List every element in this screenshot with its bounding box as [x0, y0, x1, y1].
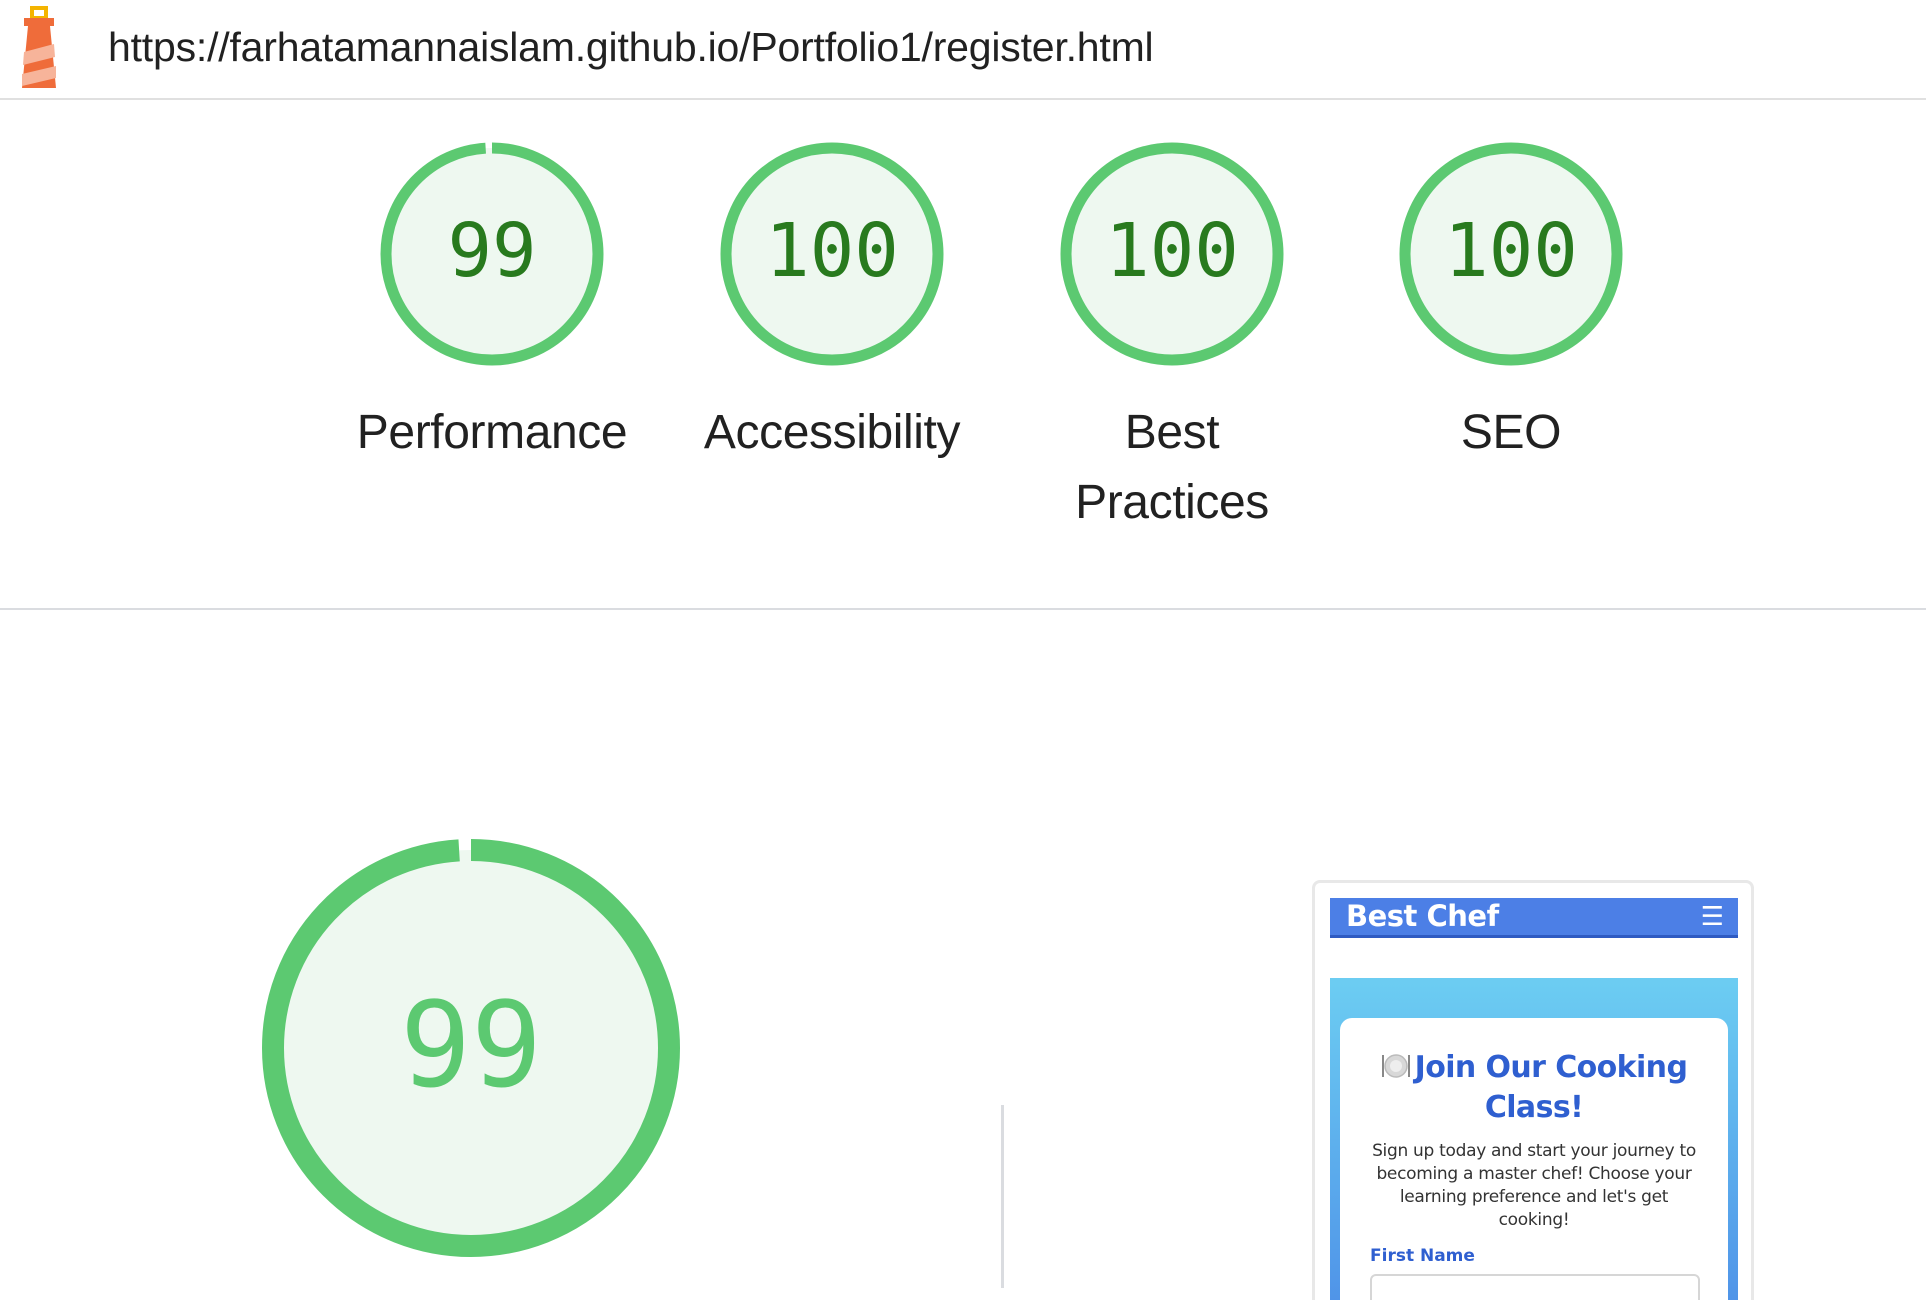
gauge-accessibility-score: 100	[765, 208, 899, 294]
gauge-performance-ring: 99	[380, 142, 604, 366]
screenshot-field-label: First Name	[1370, 1246, 1475, 1266]
report-url[interactable]: https://farhatamannaislam.github.io/Port…	[108, 18, 1154, 76]
vertical-divider	[1001, 1105, 1004, 1288]
report-header: https://farhatamannaislam.github.io/Port…	[0, 0, 1926, 100]
gauge-best-practices-ring: 100	[1060, 142, 1284, 366]
screenshot-card: Join Our Cooking Class! Sign up today an…	[1340, 1018, 1728, 1300]
category-gauges: 99 Performance 100 Accessibility 100 Bes…	[0, 100, 1926, 610]
gauge-seo[interactable]: 100 SEO	[1361, 136, 1661, 468]
gauge-accessibility-ring: 100	[720, 142, 944, 366]
gauge-seo-label: SEO	[1460, 406, 1562, 459]
gauge-accessibility-label: Accessibility	[703, 406, 961, 459]
performance-main-gauge: 99	[262, 839, 680, 1257]
gauge-best-practices-score: 100	[1105, 208, 1239, 294]
final-screenshot[interactable]: Best Chef ☰ Join Our Cooking Class! Sign…	[1312, 880, 1754, 1300]
gauge-seo-score: 100	[1444, 208, 1578, 294]
gauge-performance[interactable]: 99 Performance	[342, 136, 642, 468]
screenshot-navbar: Best Chef ☰	[1330, 898, 1738, 938]
screenshot-heading-text: Join Our Cooking Class!	[1414, 1050, 1688, 1125]
screenshot-heading: Join Our Cooking Class!	[1350, 1048, 1718, 1128]
lighthouse-icon	[22, 6, 56, 88]
gauge-seo-ring: 100	[1399, 142, 1623, 366]
screenshot-hero: Join Our Cooking Class! Sign up today an…	[1330, 978, 1738, 1300]
performance-main-score: 99	[400, 976, 542, 1114]
gauge-best-practices-label: Best Practices	[1075, 406, 1269, 529]
gauge-accessibility[interactable]: 100 Accessibility	[682, 136, 982, 468]
screenshot-first-name-input	[1370, 1274, 1700, 1300]
plate-icon	[1381, 1054, 1410, 1078]
gauge-performance-label: Performance	[356, 406, 628, 459]
hamburger-menu-icon: ☰	[1700, 901, 1724, 931]
gauge-performance-score: 99	[447, 208, 536, 294]
screenshot-description: Sign up today and start your journey to …	[1372, 1141, 1696, 1230]
screenshot-brand: Best Chef	[1346, 899, 1499, 933]
gauge-best-practices[interactable]: 100 Best Practices	[1022, 136, 1322, 538]
